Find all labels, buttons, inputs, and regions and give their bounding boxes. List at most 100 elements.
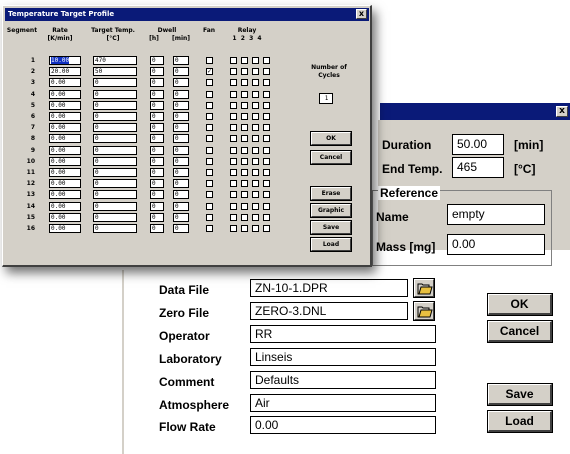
target-temp-field[interactable]: 0 <box>93 213 137 222</box>
relay-1-checkbox[interactable] <box>230 57 237 64</box>
atmosphere-field[interactable]: Air <box>250 394 436 412</box>
dwell-minutes-field[interactable]: 0 <box>173 213 189 222</box>
relay-3-checkbox[interactable] <box>252 169 259 176</box>
relay-3-checkbox[interactable] <box>252 79 259 86</box>
relay-1-checkbox[interactable] <box>230 225 237 232</box>
relay-3-checkbox[interactable] <box>252 158 259 165</box>
fan-checkbox[interactable] <box>206 124 213 131</box>
relay-4-checkbox[interactable] <box>263 68 270 75</box>
relay-4-checkbox[interactable] <box>263 57 270 64</box>
relay-2-checkbox[interactable] <box>241 102 248 109</box>
relay-3-checkbox[interactable] <box>252 191 259 198</box>
close-icon[interactable]: x <box>556 106 568 117</box>
target-temp-field[interactable]: 470 <box>93 56 137 65</box>
dwell-hours-field[interactable]: 0 <box>150 157 164 166</box>
target-temp-field[interactable]: 0 <box>93 179 137 188</box>
relay-1-checkbox[interactable] <box>230 113 237 120</box>
target-temp-field[interactable]: 0 <box>93 168 137 177</box>
fan-checkbox[interactable] <box>206 91 213 98</box>
dwell-hours-field[interactable]: 0 <box>150 224 164 233</box>
relay-3-checkbox[interactable] <box>252 147 259 154</box>
fan-checkbox[interactable] <box>206 102 213 109</box>
load-button[interactable]: Load <box>488 411 552 432</box>
target-temp-field[interactable]: 0 <box>93 224 137 233</box>
relay-2-checkbox[interactable] <box>241 113 248 120</box>
dwell-minutes-field[interactable]: 0 <box>173 179 189 188</box>
mass-field[interactable]: 0.00 <box>447 234 545 255</box>
target-temp-field[interactable]: 0 <box>93 78 137 87</box>
relay-4-checkbox[interactable] <box>263 169 270 176</box>
relay-1-checkbox[interactable] <box>230 203 237 210</box>
dwell-minutes-field[interactable]: 0 <box>173 146 189 155</box>
relay-3-checkbox[interactable] <box>252 68 259 75</box>
relay-3-checkbox[interactable] <box>252 225 259 232</box>
relay-2-checkbox[interactable] <box>241 203 248 210</box>
relay-4-checkbox[interactable] <box>263 79 270 86</box>
target-temp-field[interactable]: 0 <box>93 134 137 143</box>
relay-2-checkbox[interactable] <box>241 79 248 86</box>
relay-4-checkbox[interactable] <box>263 225 270 232</box>
rate-field[interactable]: 0.00 <box>49 224 81 233</box>
rate-field[interactable]: 0.00 <box>49 112 81 121</box>
dwell-minutes-field[interactable]: 0 <box>173 202 189 211</box>
dwell-minutes-field[interactable]: 0 <box>173 101 189 110</box>
dwell-minutes-field[interactable]: 0 <box>173 90 189 99</box>
erase-button[interactable]: Erase <box>311 187 351 200</box>
relay-4-checkbox[interactable] <box>263 135 270 142</box>
fan-checkbox[interactable] <box>206 79 213 86</box>
dwell-minutes-field[interactable]: 0 <box>173 157 189 166</box>
fan-checkbox[interactable] <box>206 180 213 187</box>
dwell-hours-field[interactable]: 0 <box>150 123 164 132</box>
relay-2-checkbox[interactable] <box>241 147 248 154</box>
end-temp-field[interactable]: 465 <box>452 157 504 178</box>
dwell-hours-field[interactable]: 0 <box>150 67 164 76</box>
relay-3-checkbox[interactable] <box>252 102 259 109</box>
relay-2-checkbox[interactable] <box>241 169 248 176</box>
target-temp-field[interactable]: 0 <box>93 101 137 110</box>
profile-save-button[interactable]: Save <box>311 221 351 234</box>
relay-2-checkbox[interactable] <box>241 191 248 198</box>
relay-1-checkbox[interactable] <box>230 214 237 221</box>
relay-1-checkbox[interactable] <box>230 147 237 154</box>
relay-3-checkbox[interactable] <box>252 91 259 98</box>
relay-1-checkbox[interactable] <box>230 191 237 198</box>
save-button[interactable]: Save <box>488 384 552 405</box>
relay-3-checkbox[interactable] <box>252 57 259 64</box>
rate-field[interactable]: 0.00 <box>49 202 81 211</box>
laboratory-field[interactable]: Linseis <box>250 348 436 366</box>
rate-field[interactable]: 0.00 <box>49 146 81 155</box>
fan-checkbox[interactable]: ✓ <box>206 68 213 75</box>
relay-3-checkbox[interactable] <box>252 124 259 131</box>
dwell-hours-field[interactable]: 0 <box>150 202 164 211</box>
fan-checkbox[interactable] <box>206 135 213 142</box>
relay-1-checkbox[interactable] <box>230 124 237 131</box>
relay-1-checkbox[interactable] <box>230 102 237 109</box>
relay-1-checkbox[interactable] <box>230 180 237 187</box>
target-temp-field[interactable]: 0 <box>93 190 137 199</box>
operator-field[interactable]: RR <box>250 325 436 343</box>
cycles-field[interactable]: 1 <box>319 93 333 104</box>
rate-field[interactable]: 10.00 <box>49 56 81 65</box>
relay-4-checkbox[interactable] <box>263 91 270 98</box>
dwell-hours-field[interactable]: 0 <box>150 190 164 199</box>
fan-checkbox[interactable] <box>206 203 213 210</box>
fan-checkbox[interactable] <box>206 225 213 232</box>
relay-2-checkbox[interactable] <box>241 124 248 131</box>
cancel-button[interactable]: Cancel <box>488 321 552 342</box>
relay-4-checkbox[interactable] <box>263 113 270 120</box>
relay-3-checkbox[interactable] <box>252 113 259 120</box>
rate-field[interactable]: 0.00 <box>49 190 81 199</box>
dwell-minutes-field[interactable]: 0 <box>173 56 189 65</box>
dwell-hours-field[interactable]: 0 <box>150 101 164 110</box>
name-field[interactable]: empty <box>447 204 545 225</box>
data-file-browse-button[interactable] <box>414 279 434 297</box>
dwell-minutes-field[interactable]: 0 <box>173 123 189 132</box>
fan-checkbox[interactable] <box>206 147 213 154</box>
relay-3-checkbox[interactable] <box>252 180 259 187</box>
close-icon[interactable]: x <box>356 9 367 19</box>
relay-4-checkbox[interactable] <box>263 124 270 131</box>
relay-2-checkbox[interactable] <box>241 180 248 187</box>
zero-file-browse-button[interactable] <box>414 302 434 320</box>
duration-field[interactable]: 50.00 <box>452 134 504 155</box>
flow-rate-field[interactable]: 0.00 <box>250 416 436 434</box>
